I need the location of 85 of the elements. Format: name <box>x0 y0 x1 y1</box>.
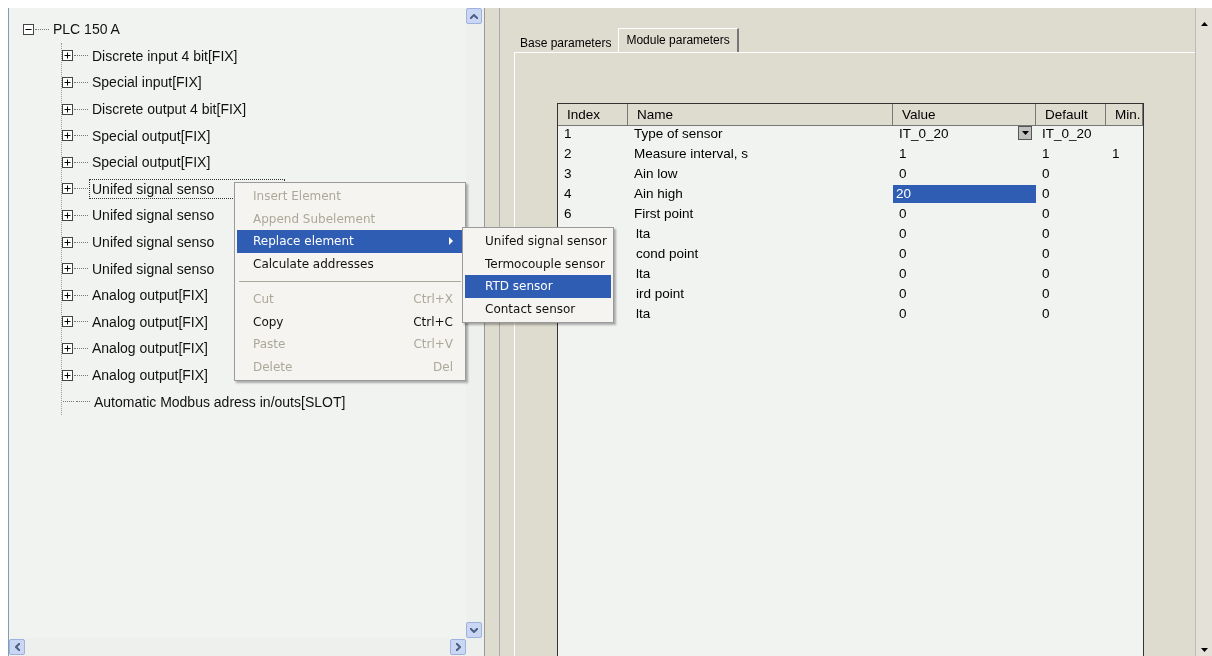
table-cell-text: 1 <box>563 125 573 143</box>
dropdown-arrow-icon <box>1021 131 1029 135</box>
tree-item[interactable]: Special input[FIX] <box>89 72 205 93</box>
shortcut-label: Ctrl+X <box>413 292 453 307</box>
table-cell-text: Ain low <box>633 165 679 183</box>
expand-icon[interactable] <box>62 156 73 168</box>
vertical-scrollbar[interactable] <box>1195 8 1212 656</box>
column-header[interactable]: Min. <box>1106 104 1143 126</box>
table-cell-text: lta <box>635 265 652 283</box>
tree-item[interactable]: Analog output[FIX] <box>89 365 211 385</box>
expand-icon[interactable] <box>62 263 73 275</box>
table-cell-text: 0 <box>898 225 908 243</box>
table-cell-text: 0 <box>1041 305 1051 323</box>
table-cell-text: First point <box>633 205 695 223</box>
table-cell: 20 <box>893 185 1036 203</box>
tree-item[interactable]: Automatic Modbus adress in/outs[SLOT] <box>91 391 349 412</box>
tree-item[interactable]: Unifed signal senso <box>89 258 218 279</box>
table-cell-text: 0 <box>1041 225 1051 243</box>
table-cell-text: 0 <box>1041 265 1051 283</box>
tree-item[interactable]: Analog output[FIX] <box>89 285 211 306</box>
menu-item[interactable]: Unifed signal sensor <box>465 230 611 253</box>
tab[interactable]: Module parameters <box>618 28 739 52</box>
table-cell-text: cond point <box>635 245 700 263</box>
expand-icon[interactable] <box>62 342 73 354</box>
table-cell-text: 1 <box>898 145 908 163</box>
tree-item[interactable]: Discrete input 4 bit[FIX] <box>89 45 241 66</box>
tree-item[interactable]: PLC 150 A <box>50 19 123 40</box>
shortcut-label: Ctrl+C <box>413 314 453 329</box>
table-cell-text: Type of sensor <box>633 125 724 143</box>
tree-item[interactable]: Discrete output 4 bit[FIX] <box>89 99 250 120</box>
table-cell-text: Measure interval, s <box>633 145 750 163</box>
table-cell-text: lta <box>635 305 652 323</box>
expand-icon[interactable] <box>62 50 73 62</box>
expand-icon[interactable] <box>62 130 73 142</box>
table-cell-text: 3 <box>563 165 573 183</box>
table-cell-text: 0 <box>1041 165 1051 183</box>
table-cell-text: 0 <box>898 205 908 223</box>
column-header[interactable]: Default <box>1036 104 1106 126</box>
table-cell-text: 0 <box>1041 285 1051 303</box>
table-cell-text: 0 <box>1041 185 1051 203</box>
menu-item[interactable]: Copy Ctrl+C <box>237 310 463 333</box>
table-cell-text: 0 <box>898 305 908 323</box>
table-cell-text: IT_0_20 <box>1041 125 1093 143</box>
table-cell-text: 6 <box>563 205 573 223</box>
menu-item[interactable]: Contact sensor <box>465 297 611 320</box>
tree-item[interactable]: Analog output[FIX] <box>89 338 211 359</box>
column-header[interactable]: Value <box>893 104 1036 126</box>
menu-item[interactable]: Replace element <box>237 230 463 253</box>
tree-item[interactable]: Unifed signal senso <box>89 205 218 226</box>
table-cell-text: 0 <box>1041 205 1051 223</box>
table-cell-text: 2 <box>563 145 573 163</box>
collapse-icon[interactable] <box>23 23 34 35</box>
expand-icon[interactable] <box>62 316 73 328</box>
table-cell-text: 0 <box>898 245 908 263</box>
table-cell-text: 1 <box>1041 145 1051 163</box>
tree-item[interactable]: Special output[FIX] <box>89 125 214 146</box>
down-arrow-icon <box>1200 648 1208 652</box>
menu-item[interactable]: RTD sensor <box>465 275 611 298</box>
expand-icon[interactable] <box>62 369 73 381</box>
shortcut-label: Del <box>433 359 453 374</box>
expand-icon[interactable] <box>62 209 73 221</box>
expand-icon[interactable] <box>62 103 73 115</box>
table-cell-text: 1 <box>1111 145 1121 163</box>
table-cell-text: lta <box>635 225 652 243</box>
table-cell-text: 0 <box>898 285 908 303</box>
menu-item[interactable]: Calculate addresses <box>237 252 463 275</box>
table-cell-text: 0 <box>898 265 908 283</box>
table-cell-text: Ain high <box>633 185 684 203</box>
table-cell-text: ird point <box>635 285 686 303</box>
column-header[interactable]: Name <box>628 104 893 126</box>
value-dropdown[interactable]: IT_0_20 <box>893 124 1036 144</box>
table-cell-text: 0 <box>898 165 908 183</box>
column-header[interactable]: Index <box>558 104 628 126</box>
shortcut-label: Ctrl+V <box>413 337 453 352</box>
tree-item[interactable]: Unifed signal senso <box>89 232 218 253</box>
expand-icon[interactable] <box>62 77 73 88</box>
tree-item[interactable]: Special output[FIX] <box>89 152 214 173</box>
table-cell-text: 4 <box>563 185 573 203</box>
expand-icon[interactable] <box>62 236 73 248</box>
table-cell-text: 0 <box>1041 245 1051 263</box>
up-arrow-icon <box>1200 22 1208 26</box>
expand-icon[interactable] <box>62 289 73 301</box>
expand-icon[interactable] <box>62 183 73 195</box>
menu-item[interactable]: Termocouple sensor <box>465 252 611 275</box>
tree-item[interactable]: Analog output[FIX] <box>89 311 211 332</box>
